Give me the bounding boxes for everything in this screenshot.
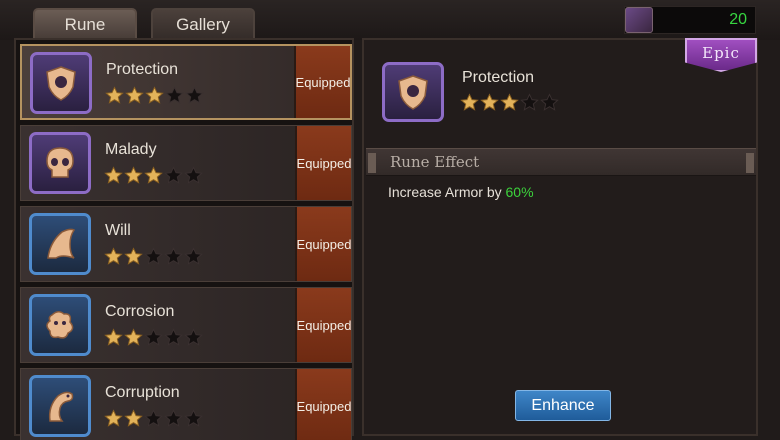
star-empty-icon bbox=[184, 328, 203, 346]
currency-value: 20 bbox=[729, 11, 747, 28]
detail-rune-name: Protection bbox=[462, 69, 535, 86]
rune-star-rating bbox=[104, 328, 203, 347]
rune-row-corrosion[interactable]: Corrosion Equipped bbox=[20, 287, 352, 363]
star-empty-icon bbox=[144, 328, 163, 346]
wing-icon bbox=[47, 228, 76, 259]
star-filled-icon bbox=[104, 409, 123, 427]
star-filled-icon bbox=[105, 86, 124, 104]
star-empty-icon bbox=[540, 93, 559, 111]
rune-row-corruption[interactable]: Corruption Equipped bbox=[20, 368, 352, 440]
blob-icon bbox=[46, 311, 74, 339]
star-filled-icon bbox=[480, 93, 499, 111]
rune-detail-panel: Epic Protection Rune Effect Increase Arm… bbox=[362, 38, 758, 436]
rune-icon-frame bbox=[29, 375, 91, 437]
star-filled-icon bbox=[124, 166, 143, 184]
rune-name: Corrosion bbox=[105, 303, 175, 320]
equipped-badge: Equipped bbox=[295, 288, 351, 362]
star-empty-icon bbox=[520, 93, 539, 111]
serpent-icon bbox=[48, 391, 74, 422]
rune-currency-icon bbox=[625, 7, 653, 33]
star-filled-icon bbox=[124, 247, 143, 265]
shield-icon bbox=[46, 66, 76, 101]
star-empty-icon bbox=[184, 247, 203, 265]
header-cap-left bbox=[368, 153, 376, 173]
rune-name: Malady bbox=[105, 141, 157, 158]
rune-effect-title: Rune Effect bbox=[390, 153, 480, 171]
detail-star-rating bbox=[460, 93, 559, 112]
star-filled-icon bbox=[144, 166, 163, 184]
rune-list-panel: Protection Equipped Malady Equipped Will Equi… bbox=[14, 38, 354, 440]
rune-effect-text: Increase Armor by 60% bbox=[388, 184, 534, 200]
tab-gallery[interactable]: Gallery bbox=[151, 8, 255, 40]
detail-rune-icon bbox=[382, 62, 444, 122]
rune-star-rating bbox=[104, 247, 203, 266]
rune-name: Corruption bbox=[105, 384, 180, 401]
effect-value: 60% bbox=[505, 184, 534, 200]
star-filled-icon bbox=[500, 93, 519, 111]
rune-effect-header: Rune Effect bbox=[366, 148, 756, 176]
star-filled-icon bbox=[145, 86, 164, 104]
rune-icon-frame bbox=[29, 294, 91, 356]
effect-description: Increase Armor by bbox=[388, 184, 506, 200]
shield-icon bbox=[398, 75, 428, 110]
star-empty-icon bbox=[185, 86, 204, 104]
star-filled-icon bbox=[104, 328, 123, 346]
rarity-badge: Epic bbox=[685, 38, 757, 72]
star-filled-icon bbox=[104, 166, 123, 184]
star-empty-icon bbox=[144, 247, 163, 265]
equipped-badge: Equipped bbox=[295, 126, 351, 200]
star-empty-icon bbox=[144, 409, 163, 427]
star-filled-icon bbox=[104, 247, 123, 265]
header-cap-right bbox=[746, 153, 754, 173]
star-empty-icon bbox=[164, 247, 183, 265]
tab-rune[interactable]: Rune bbox=[33, 8, 137, 40]
star-empty-icon bbox=[184, 409, 203, 427]
rune-row-will[interactable]: Will Equipped bbox=[20, 206, 352, 282]
rune-star-rating bbox=[104, 166, 203, 185]
rune-name: Will bbox=[105, 222, 131, 239]
star-filled-icon bbox=[460, 93, 479, 111]
star-empty-icon bbox=[164, 166, 183, 184]
star-filled-icon bbox=[125, 86, 144, 104]
rune-icon-frame bbox=[29, 213, 91, 275]
rune-row-protection[interactable]: Protection Equipped bbox=[20, 44, 352, 120]
star-empty-icon bbox=[184, 166, 203, 184]
rune-star-rating bbox=[104, 409, 203, 428]
star-filled-icon bbox=[124, 409, 143, 427]
skull-icon bbox=[46, 147, 74, 178]
equipped-badge: Equipped bbox=[295, 207, 351, 281]
rune-row-malady[interactable]: Malady Equipped bbox=[20, 125, 352, 201]
rune-icon-frame bbox=[29, 132, 91, 194]
equipped-badge: Equipped bbox=[295, 369, 351, 440]
star-filled-icon bbox=[124, 328, 143, 346]
top-bar: Rune Gallery 20 bbox=[0, 0, 780, 40]
currency-display: 20 bbox=[624, 6, 756, 34]
rune-name: Protection bbox=[106, 61, 179, 78]
rune-star-rating bbox=[105, 86, 204, 105]
rune-icon-frame bbox=[30, 52, 92, 114]
equipped-badge: Equipped bbox=[294, 46, 350, 118]
star-empty-icon bbox=[165, 86, 184, 104]
star-empty-icon bbox=[164, 328, 183, 346]
enhance-button[interactable]: Enhance bbox=[515, 390, 611, 421]
star-empty-icon bbox=[164, 409, 183, 427]
